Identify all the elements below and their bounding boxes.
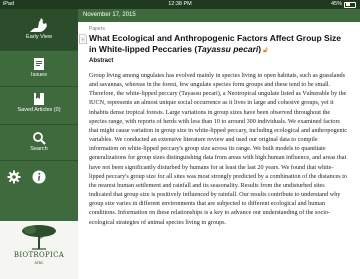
status-time: 12:38 PM <box>168 1 192 7</box>
sidebar: Early View Issues Saved Articles (0) Sea… <box>0 9 78 279</box>
info-icon[interactable] <box>32 170 46 184</box>
abstract-heading: Abstract <box>89 58 114 64</box>
article-view: Papers What Ecological and Anthropogenic… <box>78 22 360 270</box>
document-icon <box>79 34 87 44</box>
sidebar-item-early-view[interactable]: Early View <box>0 9 78 50</box>
sidebar-divider <box>0 50 78 51</box>
sidebar-item-saved-articles[interactable]: Saved Articles (0) <box>0 91 78 123</box>
gear-icon[interactable] <box>7 170 21 184</box>
topbar: November 17, 2015 <box>78 9 360 22</box>
sidebar-divider <box>0 86 78 87</box>
search-icon <box>33 132 46 145</box>
logo-name: BIOTROPICA <box>13 251 65 259</box>
early-view-icon <box>30 18 47 32</box>
battery-status: 45% <box>331 0 356 9</box>
article-title-end: ) <box>258 43 262 54</box>
issues-icon <box>34 58 44 70</box>
sidebar-bottom-icons <box>0 166 78 188</box>
battery-icon <box>344 1 356 8</box>
abstract-text: Group living among ungulates has evolved… <box>89 72 348 226</box>
sidebar-divider <box>0 124 78 125</box>
article-title[interactable]: What Ecological and Anthropogenic Factor… <box>89 33 347 56</box>
logo-subtitle: ATBC <box>34 261 44 265</box>
saved-articles-icon <box>34 93 44 105</box>
journal-logo: BIOTROPICA ATBC <box>0 221 78 279</box>
issue-date: November 17, 2015 <box>83 12 136 18</box>
article-category: Papers <box>89 26 105 32</box>
status-bar: iPad 12:38 PM 45% <box>0 0 360 9</box>
sidebar-item-label: Saved Articles (0) <box>17 107 61 113</box>
battery-percent: 45% <box>330 1 342 7</box>
sidebar-item-issues[interactable]: Issues <box>0 55 78 83</box>
tree-logo-icon <box>22 225 56 250</box>
sidebar-item-label: Early View <box>26 34 52 40</box>
article-title-species: Tayassu pecari <box>197 43 259 54</box>
sidebar-item-search[interactable]: Search <box>0 129 78 157</box>
sidebar-item-label: Issues <box>31 72 47 78</box>
sidebar-divider <box>0 160 78 161</box>
open-access-lock-icon: 🔓︎ <box>263 46 268 54</box>
sidebar-item-label: Search <box>30 146 48 152</box>
